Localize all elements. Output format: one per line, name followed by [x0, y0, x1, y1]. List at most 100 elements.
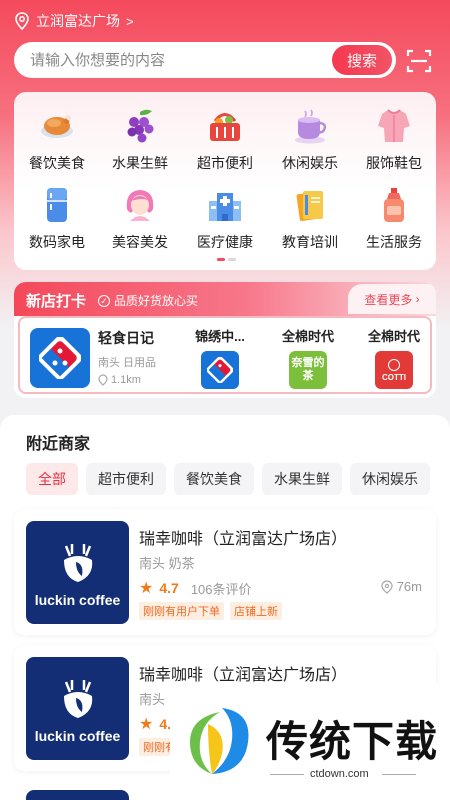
- new-shops-list: 轻食日记 南头 日用品 1.1km 锦绣中... 全棉时代 奈雪的茶 全棉时代 …: [18, 316, 432, 394]
- watermark-divider: [270, 774, 304, 775]
- shop-tags: 南头 日用品: [98, 357, 157, 369]
- filter-chip-leisure[interactable]: 休闲娱乐: [350, 463, 430, 495]
- category-label: 数码家电: [29, 234, 85, 250]
- category-label: 水果生鲜: [112, 155, 168, 171]
- category-item-leisure[interactable]: 休闲娱乐: [270, 106, 350, 176]
- location-text: 立润富达广场: [36, 13, 120, 29]
- location-selector[interactable]: 立润富达广场 >: [14, 10, 134, 32]
- hospital-icon: [205, 185, 245, 225]
- category-item-education[interactable]: 教育培训: [270, 185, 350, 255]
- filter-chips: 全部 超市便利 餐饮美食 水果生鲜 休闲娱乐: [26, 463, 430, 495]
- review-count: 106条评价: [190, 581, 252, 597]
- roast-chicken-icon: [37, 106, 77, 146]
- cotti-logo-text: COTTI: [382, 372, 406, 382]
- merchant-card-peek: [26, 790, 129, 800]
- category-item-fruit[interactable]: 水果生鲜: [100, 106, 180, 176]
- scan-icon[interactable]: [406, 48, 432, 74]
- distance-text: 76m: [396, 579, 422, 594]
- fridge-icon: [37, 185, 77, 225]
- search-button[interactable]: 搜索: [332, 45, 392, 75]
- star-icon: ★: [139, 716, 154, 733]
- chevron-right-icon: >: [126, 13, 134, 29]
- watermark-text: 传统下载: [266, 718, 439, 765]
- rating-score: 4.7: [159, 580, 179, 596]
- badge-new-items: 店铺上新: [230, 602, 282, 620]
- view-more-button[interactable]: 查看更多 ›: [348, 284, 436, 314]
- filter-chip-supermarket[interactable]: 超市便利: [86, 463, 166, 495]
- category-item-electronics[interactable]: 数码家电: [17, 185, 97, 255]
- star-icon: ★: [139, 580, 154, 597]
- chevron-right-icon: ›: [412, 292, 420, 306]
- category-item-services[interactable]: 生活服务: [354, 185, 434, 255]
- view-more-label: 查看更多: [364, 292, 413, 307]
- search-input[interactable]: [14, 51, 332, 69]
- category-item-supermarket[interactable]: 超市便利: [185, 106, 265, 176]
- category-label: 休闲娱乐: [282, 155, 338, 171]
- new-shop-featured[interactable]: 轻食日记 南头 日用品 1.1km: [30, 328, 156, 388]
- location-pin-icon: [98, 374, 108, 386]
- new-shops-card: 新店打卡 ✓ 品质好货放心买 查看更多 › 轻食日记 南头 日用品 1.1km …: [14, 282, 436, 398]
- category-item-beauty[interactable]: 美容美发: [100, 185, 180, 255]
- shop-distance-text: 1.1km: [111, 374, 141, 386]
- category-label: 生活服务: [366, 234, 422, 250]
- page-dot-active: [217, 258, 225, 261]
- domino-logo: [201, 351, 239, 389]
- nearby-title: 附近商家: [26, 436, 91, 453]
- bottle-icon: [374, 185, 414, 225]
- badge-recent-order: 刚刚有用户下单: [139, 602, 224, 620]
- luckin-logo: luckin coffee: [26, 657, 129, 760]
- deer-icon: [63, 544, 92, 582]
- new-shops-subtitle: ✓ 品质好货放心买: [98, 292, 198, 309]
- filter-chip-fruit[interactable]: 水果生鲜: [262, 463, 342, 495]
- category-label: 医疗健康: [197, 234, 253, 250]
- merchant-name: 瑞幸咖啡（立润富达广场店）: [139, 531, 348, 548]
- category-item-medical[interactable]: 医疗健康: [185, 185, 265, 255]
- category-item-food[interactable]: 餐饮美食: [17, 106, 97, 176]
- new-shop-item[interactable]: 全棉时代 COTTI: [356, 326, 432, 389]
- new-shops-title: 新店打卡: [26, 293, 87, 310]
- luckin-brand-text: luckin coffee: [34, 592, 121, 608]
- clothing-icon: [374, 106, 414, 146]
- merchant-card[interactable]: luckin coffee 瑞幸咖啡（立润富达广场店） 南头 奶茶 ★ 4.7 …: [14, 509, 436, 635]
- page-indicator: [217, 258, 236, 261]
- category-label: 餐饮美食: [29, 155, 85, 171]
- category-label: 服饰鞋包: [366, 155, 422, 171]
- category-label: 教育培训: [282, 234, 338, 250]
- domino-logo: [30, 328, 90, 388]
- merchant-rating: ★ 4.7 106条评价: [139, 578, 252, 598]
- location-pin-icon: [381, 579, 393, 594]
- new-shop-item[interactable]: 锦绣中...: [182, 326, 258, 389]
- new-shops-subtitle-text: 品质好货放心买: [114, 294, 199, 308]
- shop-name: 全棉时代: [367, 329, 420, 344]
- category-label: 超市便利: [197, 155, 253, 171]
- hair-salon-icon: [120, 185, 160, 225]
- watermark: 传统下载 ctdown.com: [170, 682, 450, 800]
- filter-chip-all[interactable]: 全部: [26, 463, 78, 495]
- luckin-brand-text: luckin coffee: [34, 728, 121, 744]
- shop-distance: 1.1km: [98, 374, 156, 386]
- luckin-logo: luckin coffee: [26, 521, 129, 624]
- merchant-distance: 76m: [381, 579, 422, 594]
- cotti-logo: COTTI: [375, 351, 413, 389]
- category-item-clothing[interactable]: 服饰鞋包: [354, 106, 434, 176]
- search-bar: 搜索: [14, 42, 396, 78]
- merchant-badges: 刚刚有用户下单 店铺上新: [139, 602, 282, 620]
- grapes-icon: [120, 106, 160, 146]
- new-shop-item[interactable]: 全棉时代 奈雪的茶: [270, 326, 346, 389]
- location-pin-icon: [15, 12, 29, 30]
- books-icon: [290, 185, 330, 225]
- watermark-divider: [382, 774, 416, 775]
- naixue-logo: 奈雪的茶: [289, 351, 327, 389]
- shop-name: 全棉时代: [281, 329, 334, 344]
- watermark-url: ctdown.com: [310, 768, 369, 780]
- merchant-rating: ★ 4.: [139, 714, 171, 734]
- category-grid: 餐饮美食 水果生鲜 超市便利 休闲娱乐 服饰鞋包 数码家电 美容美发 医疗健康 …: [14, 92, 436, 270]
- page-dot: [228, 258, 236, 261]
- merchant-tags: 南头 奶茶: [139, 556, 195, 571]
- shop-name: 轻食日记: [98, 330, 154, 346]
- cotti-circle-icon: [388, 358, 400, 371]
- filter-chip-food[interactable]: 餐饮美食: [174, 463, 254, 495]
- coffee-cup-icon: [290, 106, 330, 146]
- merchant-tags: 南头: [139, 692, 166, 707]
- basket-icon: [205, 106, 245, 146]
